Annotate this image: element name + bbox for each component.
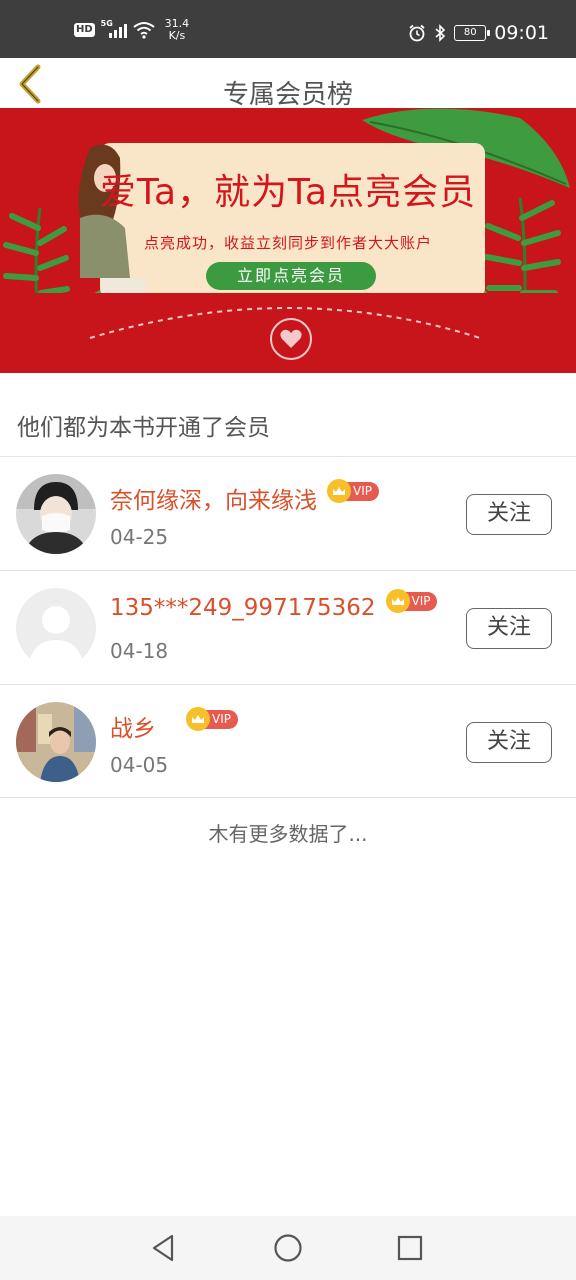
triangle-back-icon: [152, 1234, 174, 1262]
vip-badge: VIP: [385, 589, 438, 613]
banner-subtext: 点亮成功，收益立刻同步到作者大大账户: [143, 234, 432, 252]
section-heading: 他们都为本书开通了会员: [17, 415, 270, 441]
member-name[interactable]: 135***249_997175362: [110, 595, 376, 621]
vip-badge: VIP: [327, 479, 379, 503]
member-row: 奈何缘深，向来缘浅 VIP 04-25 关注: [0, 457, 576, 570]
crown-icon: [327, 479, 351, 503]
hd-badge: HD: [74, 23, 95, 37]
avatar[interactable]: [16, 588, 96, 668]
membership-banner[interactable]: 爱Ta，就为Ta点亮会员 点亮成功，收益立刻同步到作者大大账户 立即点亮会员: [0, 108, 576, 373]
wifi-icon: [133, 22, 155, 39]
banner-headline: 爱Ta，就为Ta点亮会员: [99, 172, 477, 213]
member-name[interactable]: 战乡: [110, 709, 156, 743]
member-name-line: 战乡 VIP: [110, 707, 238, 743]
status-bar: HD 5G 31.4 K/s 80 09:01: [0, 0, 576, 58]
circle-home-icon: [274, 1234, 302, 1262]
member-row: 战乡 VIP 04-05 关注: [0, 685, 576, 798]
member-row: 135***249_997175362 VIP 04-18 关注: [0, 571, 576, 684]
battery-icon: 80: [454, 25, 491, 41]
member-name[interactable]: 奈何缘深，向来缘浅: [110, 481, 317, 515]
follow-button[interactable]: 关注: [466, 608, 552, 649]
no-more-data-text: 木有更多数据了...: [208, 822, 368, 846]
status-right: 80 09:01: [408, 22, 549, 44]
alarm-icon: [409, 24, 425, 42]
member-name-line: 135***249_997175362 VIP: [110, 589, 438, 621]
status-left: HD 5G 31.4 K/s: [74, 18, 189, 42]
follow-button[interactable]: 关注: [466, 722, 552, 763]
clock: 09:01: [494, 22, 549, 44]
avatar[interactable]: [16, 474, 96, 554]
member-name-line: 奈何缘深，向来缘浅 VIP: [110, 479, 379, 515]
crown-icon: [385, 589, 410, 613]
nav-home-button[interactable]: [272, 1232, 304, 1264]
bluetooth-icon: [435, 24, 446, 42]
net-speed-unit: K/s: [168, 29, 186, 42]
member-date: 04-18: [110, 639, 169, 663]
nav-back-button[interactable]: [148, 1232, 180, 1264]
cell-signal-icon: 5G: [101, 20, 127, 40]
battery-level: 80: [463, 27, 477, 38]
divider: [0, 797, 576, 798]
follow-button[interactable]: 关注: [466, 494, 552, 535]
member-date: 04-05: [110, 753, 169, 777]
member-date: 04-25: [110, 525, 169, 549]
system-nav-bar: [0, 1216, 576, 1280]
app-header: 专属会员榜: [0, 58, 576, 110]
activate-membership-button[interactable]: 立即点亮会员: [206, 262, 376, 290]
crown-icon: [186, 707, 210, 731]
page-title: 专属会员榜: [222, 80, 353, 110]
square-recents-icon: [397, 1235, 423, 1261]
vip-badge: VIP: [186, 707, 238, 731]
avatar[interactable]: [16, 702, 96, 782]
heart-seal-icon: [270, 318, 312, 360]
nav-recents-button[interactable]: [394, 1232, 426, 1264]
network-speed: 31.4 K/s: [165, 18, 190, 42]
